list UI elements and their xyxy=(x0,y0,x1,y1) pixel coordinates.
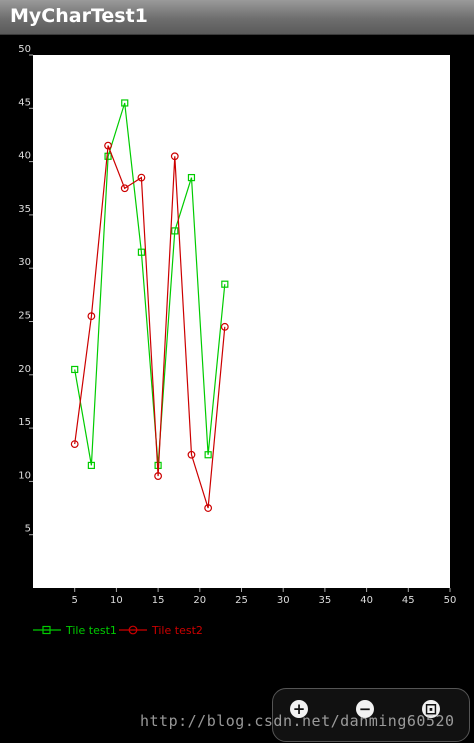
legend-label-series2: Tile test2 xyxy=(152,623,203,637)
x-tick-label: 35 xyxy=(319,595,332,606)
y-tick-label: 10 xyxy=(18,470,31,481)
y-tick-label: 15 xyxy=(18,417,31,428)
y-tick-label: 30 xyxy=(18,257,31,268)
line-chart: 5 10 15 20 25 30 35 40 45 50 5 10 15 20 25 30 35 40 45 50 xyxy=(18,44,457,606)
y-tick-label: 45 xyxy=(18,97,31,108)
x-tick-label: 40 xyxy=(360,595,373,606)
x-tick-label: 30 xyxy=(277,595,290,606)
legend-item-series2: Tile test2 xyxy=(118,620,203,640)
x-tick-label: 5 xyxy=(72,595,78,606)
legend-swatch-series1 xyxy=(33,625,61,635)
chart-legend: Tile test1 Tile test2 xyxy=(0,620,474,640)
y-tick-label: 25 xyxy=(18,311,31,322)
x-tick-label: 10 xyxy=(110,595,123,606)
y-tick-label: 20 xyxy=(18,364,31,375)
legend-item-series1: Tile test1 xyxy=(32,620,117,640)
y-tick-label: 35 xyxy=(18,204,31,215)
app-title: MyCharTest1 xyxy=(10,5,148,27)
x-tick-label: 45 xyxy=(402,595,415,606)
y-tick-label: 50 xyxy=(18,44,31,55)
x-tick-label: 50 xyxy=(444,595,457,606)
y-tick-label: 5 xyxy=(25,524,31,535)
x-tick-label: 20 xyxy=(193,595,206,606)
legend-swatch-series2 xyxy=(119,625,147,635)
x-tick-label: 15 xyxy=(152,595,165,606)
plot-area xyxy=(33,55,450,588)
y-tick-label: 40 xyxy=(18,151,31,162)
x-tick-label: 25 xyxy=(235,595,248,606)
app-title-bar: MyCharTest1 xyxy=(0,0,474,35)
legend-label-series1: Tile test1 xyxy=(66,623,117,637)
watermark-text: http://blog.csdn.net/danming60520 xyxy=(140,712,455,730)
